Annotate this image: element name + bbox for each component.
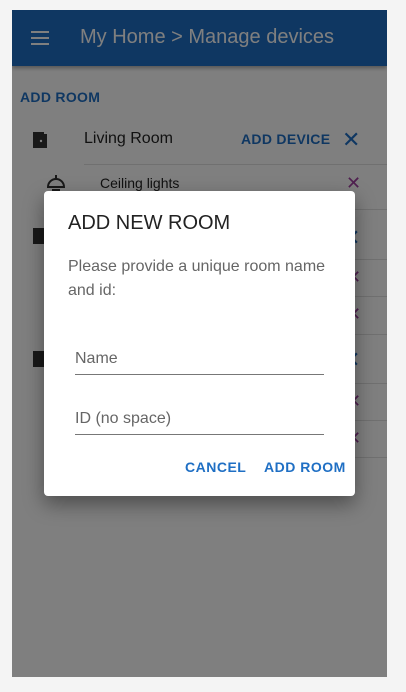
cancel-button[interactable]: CANCEL xyxy=(185,459,246,475)
dialog-title: ADD NEW ROOM xyxy=(68,212,231,234)
room-name-input[interactable] xyxy=(75,346,324,372)
add-room-button[interactable]: ADD ROOM xyxy=(264,459,346,475)
room-id-input[interactable] xyxy=(75,406,324,432)
room-name-field xyxy=(75,346,324,375)
add-room-dialog: ADD NEW ROOM Please provide a unique roo… xyxy=(44,191,355,496)
dialog-description: Please provide a unique room name and id… xyxy=(68,258,326,299)
room-id-field xyxy=(75,406,324,435)
